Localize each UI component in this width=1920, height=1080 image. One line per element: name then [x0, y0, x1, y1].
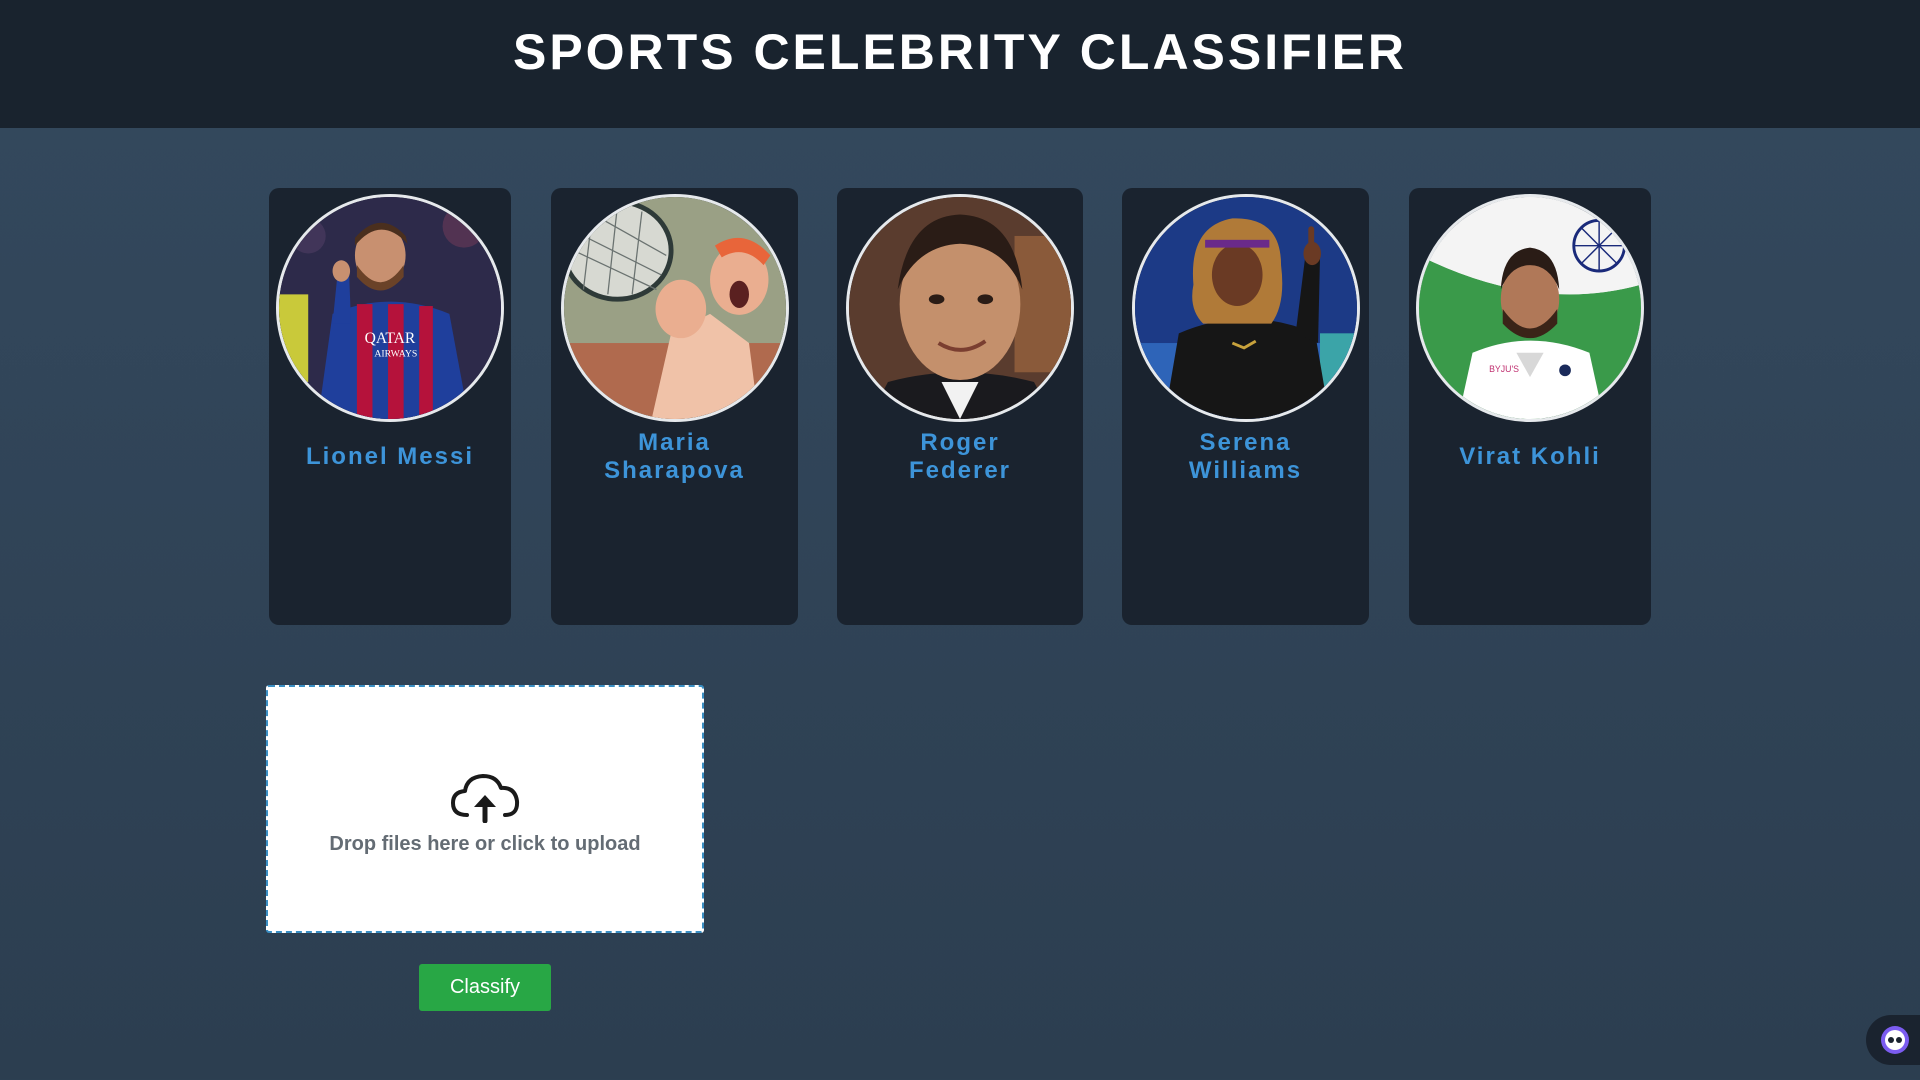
chat-bot-icon: [1881, 1026, 1909, 1054]
celebrity-name: Virat Kohli: [1459, 443, 1601, 470]
celebrity-card-kohli: BYJU'S Virat Kohli: [1409, 188, 1651, 625]
celebrity-name: Lionel Messi: [305, 443, 475, 470]
celebrity-card-sharapova: Maria Sharapova: [551, 188, 798, 625]
file-dropzone[interactable]: Drop files here or click to upload: [266, 685, 704, 933]
cloud-upload-icon: [451, 773, 520, 823]
celebrity-card-federer: Roger Federer: [837, 188, 1083, 625]
svg-text:AIRWAYS: AIRWAYS: [374, 349, 417, 360]
celebrity-cards: QATAR AIRWAYS Lionel Messi Maria Sharapo…: [269, 188, 1651, 625]
chat-widget-button[interactable]: [1866, 1015, 1920, 1065]
svg-text:BYJU'S: BYJU'S: [1489, 364, 1519, 374]
page-header: SPORTS CELEBRITY CLASSIFIER: [0, 0, 1920, 128]
celebrity-name: Serena Williams: [1188, 429, 1303, 484]
celebrity-card-serena: Serena Williams: [1122, 188, 1369, 625]
classify-button[interactable]: Classify: [419, 964, 551, 1011]
page-title: SPORTS CELEBRITY CLASSIFIER: [512, 24, 1408, 80]
dropzone-text: Drop files here or click to upload: [329, 832, 641, 855]
celebrity-name: Roger Federer: [908, 429, 1012, 484]
svg-text:QATAR: QATAR: [365, 330, 416, 347]
celebrity-name: Maria Sharapova: [604, 429, 745, 484]
celebrity-card-messi: QATAR AIRWAYS Lionel Messi: [269, 188, 511, 625]
